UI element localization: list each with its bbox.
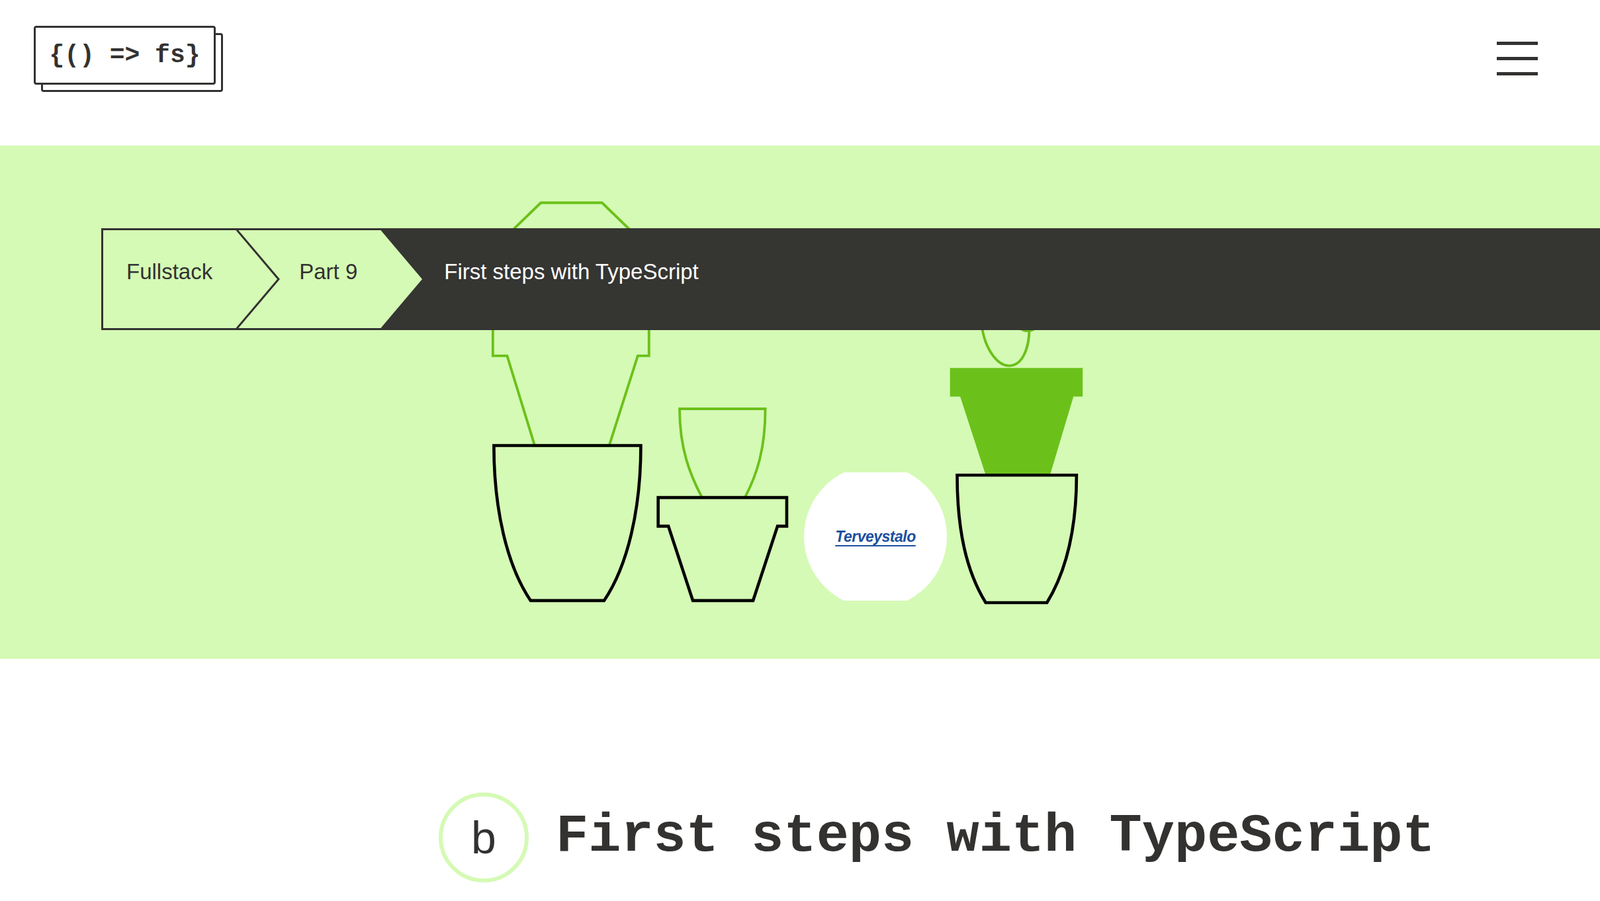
plants-illustration — [0, 145, 1600, 660]
section-title: First steps with TypeScript — [555, 807, 1436, 867]
hero-banner: Terveystalo Fullstack Part 9 First steps w… — [0, 145, 1600, 660]
section-letter: b — [471, 815, 497, 861]
breadcrumb-label[interactable]: First steps with TypeScript — [444, 255, 699, 289]
breadcrumb-item[interactable]: First steps with TypeScript — [381, 228, 765, 315]
sponsor-badge[interactable]: Terveystalo — [803, 472, 947, 601]
site-header: {() => fs} — [0, 0, 1600, 146]
breadcrumb: Fullstack Part 9 First steps with TypeScri… — [0, 145, 1600, 315]
breadcrumb-item[interactable]: Fullstack — [101, 228, 279, 315]
menu-icon[interactable] — [1496, 41, 1538, 76]
section-heading: b First steps with TypeScript — [0, 659, 1600, 883]
site-logo[interactable]: {() => fs} — [33, 25, 223, 92]
breadcrumb-label[interactable]: Part 9 — [299, 255, 358, 289]
breadcrumb-label[interactable]: Fullstack — [126, 255, 213, 289]
logo-text[interactable]: {() => fs} — [48, 43, 200, 69]
section-letter-badge: b — [438, 792, 529, 883]
sponsor-label[interactable]: Terveystalo — [835, 525, 916, 549]
